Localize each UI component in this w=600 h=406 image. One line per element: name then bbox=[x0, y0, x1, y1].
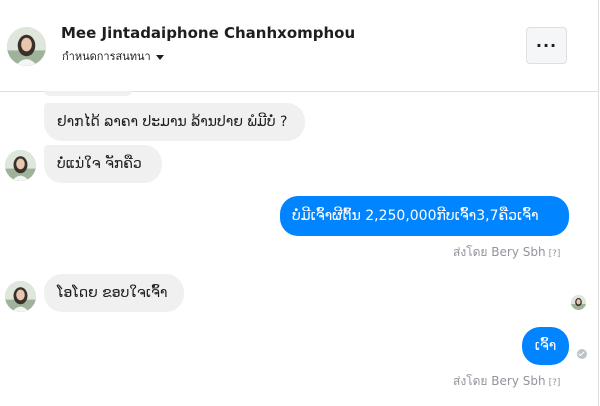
outgoing-message-bubble: ເຈົ້າ bbox=[522, 327, 569, 365]
more-horizontal-icon: ··· bbox=[535, 36, 558, 55]
message-text: ຢາກໄດ້ ລາຄາ ປະມານ ລ້ານປາຍ ພໍມີບໍ່ ? bbox=[57, 114, 288, 130]
conversation-settings-dropdown[interactable]: กำหนดการสนทนา bbox=[62, 47, 164, 65]
avatar-photo-icon bbox=[7, 27, 46, 66]
message-text: ບໍ່ແນ່ໃຈ ຈັກຄືວ bbox=[57, 156, 142, 172]
contact-name[interactable]: Mee Jintadaiphone Chanhxomphou bbox=[61, 24, 355, 42]
message-text: ໂອໂດຍ ຂອບໃຈເຈົ້າ bbox=[57, 285, 168, 301]
delivered-check-icon bbox=[577, 349, 587, 359]
conversation-header: Mee Jintadaiphone Chanhxomphou กำหนดการส… bbox=[0, 0, 599, 92]
outgoing-message-bubble: ບໍ່ມີເຈົ້າຜີຕົ້ນ 2,250,000ກີບເຈົ້າ3,7ຄືວ… bbox=[280, 196, 569, 236]
sent-by-label: ส่งโดย Bery Sbh [?] bbox=[453, 372, 560, 391]
more-options-button[interactable]: ··· bbox=[526, 27, 567, 64]
sent-by-info-link[interactable]: [?] bbox=[549, 249, 561, 259]
seen-avatar-icon bbox=[571, 295, 586, 310]
panel-border bbox=[598, 91, 599, 406]
contact-avatar[interactable] bbox=[7, 27, 46, 66]
sent-by-text: ส่งโดย Bery Sbh bbox=[453, 245, 546, 259]
caret-down-icon bbox=[155, 54, 164, 60]
sent-by-text: ส่งโดย Bery Sbh bbox=[453, 374, 546, 388]
previous-message-bubble bbox=[44, 91, 132, 96]
message-text: ເຈົ້າ bbox=[534, 338, 557, 354]
incoming-message-bubble: ໂອໂດຍ ຂອບໃຈເຈົ້າ bbox=[44, 274, 184, 312]
contact-avatar-small[interactable] bbox=[5, 281, 36, 312]
message-text: ບໍ່ມີເຈົ້າຜີຕົ້ນ 2,250,000ກີບເຈົ້າ3,7ຄືວ… bbox=[292, 208, 539, 224]
contact-avatar-small[interactable] bbox=[5, 150, 36, 181]
avatar-photo-icon bbox=[571, 295, 586, 310]
sent-by-label: ส่งโดย Bery Sbh [?] bbox=[453, 243, 560, 262]
avatar-photo-icon bbox=[5, 281, 36, 312]
conversation-settings-label: กำหนดการสนทนา bbox=[62, 50, 151, 63]
incoming-message-bubble: ຢາກໄດ້ ລາຄາ ປະມານ ລ້ານປາຍ ພໍມີບໍ່ ? bbox=[44, 103, 305, 141]
avatar-photo-icon bbox=[5, 150, 36, 181]
incoming-message-bubble: ບໍ່ແນ່ໃຈ ຈັກຄືວ bbox=[44, 145, 162, 183]
sent-by-info-link[interactable]: [?] bbox=[549, 378, 561, 388]
